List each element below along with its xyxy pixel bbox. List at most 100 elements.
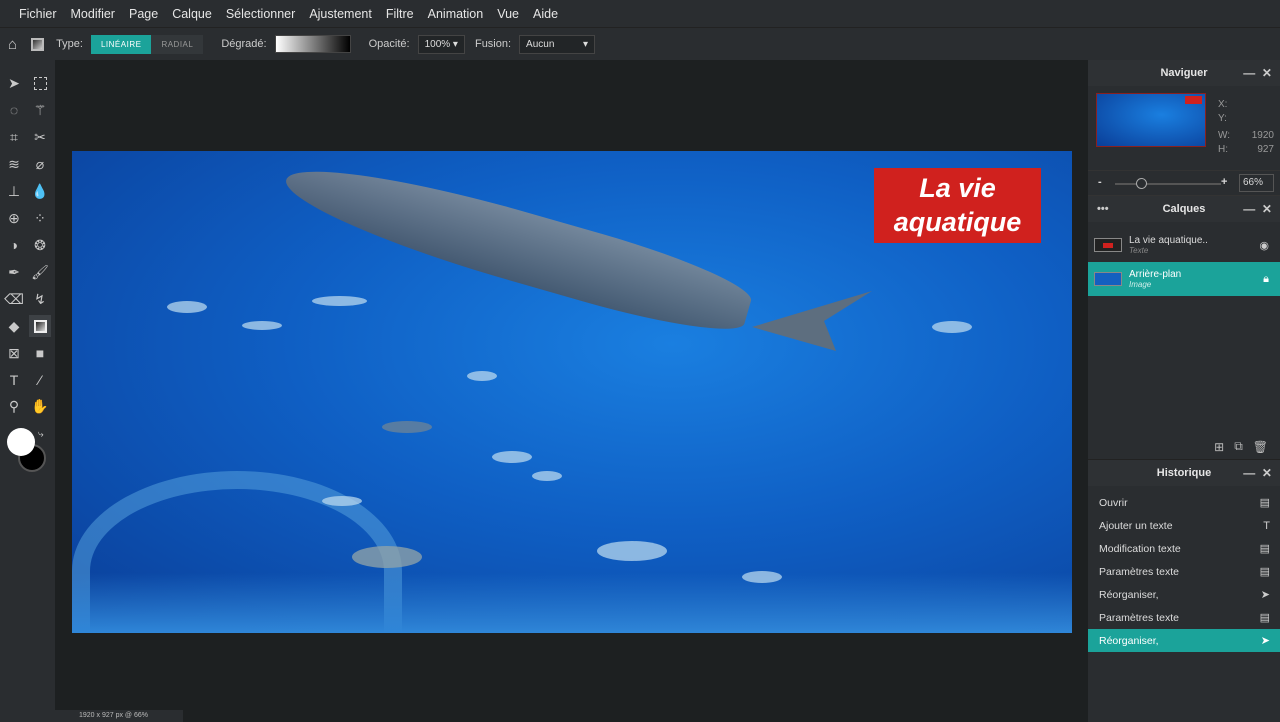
layer-item-text[interactable]: La vie aquatique.. Texte ◉ bbox=[1088, 228, 1280, 262]
gradient-icon[interactable] bbox=[29, 315, 51, 337]
history-item[interactable]: Paramètres texte ▤ bbox=[1088, 606, 1280, 629]
menu-ajustement[interactable]: Ajustement bbox=[309, 7, 372, 21]
eraser-icon[interactable]: ⌫ bbox=[3, 288, 25, 310]
stamp-icon[interactable]: ⊥ bbox=[3, 180, 25, 202]
title-line-1: La vie bbox=[919, 173, 996, 203]
zoom-slider[interactable] bbox=[1115, 178, 1221, 189]
duplicate-layer-icon[interactable]: ⧉ bbox=[1234, 439, 1243, 454]
sponge-icon[interactable]: ❂ bbox=[29, 234, 51, 256]
history-label: Réorganiser, bbox=[1099, 634, 1159, 647]
sphere-icon[interactable]: ⊕ bbox=[3, 207, 25, 229]
swap-colors-icon[interactable]: ⤷ bbox=[38, 429, 44, 440]
navigator-title: Naviguer bbox=[1160, 67, 1208, 79]
menu-bar: Fichier Modifier Page Calque Sélectionne… bbox=[0, 0, 1280, 27]
select-arrow-icon[interactable]: ➤ bbox=[3, 72, 25, 94]
layer-item-background[interactable]: Arrière-plan Image 🔒︎ bbox=[1088, 262, 1280, 296]
text-icon[interactable]: T bbox=[3, 369, 25, 391]
zoom-out-button[interactable]: - bbox=[1098, 176, 1102, 188]
zoom-in-button[interactable]: + bbox=[1221, 176, 1227, 188]
type-label: Type: bbox=[56, 38, 83, 50]
navigator-thumbnail[interactable] bbox=[1096, 93, 1206, 147]
paint-bucket-icon[interactable]: ◆ bbox=[3, 315, 25, 337]
scissors-icon[interactable]: ✂ bbox=[29, 126, 51, 148]
zoom-row: - + 66% bbox=[1088, 170, 1280, 196]
eye-icon[interactable]: ◉ bbox=[1259, 239, 1269, 252]
navigator-minimize-close[interactable]: — ✕ bbox=[1243, 66, 1272, 80]
lasso-icon[interactable]: ◌ bbox=[3, 99, 25, 121]
lock-icon[interactable]: 🔒︎ bbox=[1263, 273, 1269, 286]
opacity-value: 100% bbox=[424, 38, 451, 50]
dodge-icon[interactable]: ◑ bbox=[3, 234, 25, 256]
linear-button[interactable]: LINÉAIRE bbox=[90, 34, 152, 54]
status-bar: 1920 x 927 px @ 66% bbox=[55, 710, 183, 722]
layer-type: Texte bbox=[1129, 246, 1149, 255]
shape-icon[interactable]: ■ bbox=[29, 342, 51, 364]
right-panel: Naviguer — ✕ X: Y: W: 1920 H: 927 - + 66% •… bbox=[1088, 60, 1280, 722]
history-item[interactable]: Modification texte ▤ bbox=[1088, 537, 1280, 560]
blend-select[interactable]: Aucun ▾ bbox=[519, 34, 596, 54]
menu-modifier[interactable]: Modifier bbox=[71, 7, 115, 21]
nav-y-label: Y: bbox=[1218, 113, 1227, 124]
history-item-active[interactable]: Réorganiser, ➤ bbox=[1088, 629, 1280, 652]
blend-label: Fusion: bbox=[474, 38, 512, 50]
canvas-image[interactable]: La vie aquatique bbox=[72, 151, 1072, 633]
menu-vue[interactable]: Vue bbox=[497, 7, 519, 21]
gradient-tool-icon bbox=[31, 37, 45, 51]
menu-selectionner[interactable]: Sélectionner bbox=[226, 7, 296, 21]
navigator-header: Naviguer — ✕ bbox=[1088, 60, 1280, 86]
zoom-icon[interactable]: ⚲ bbox=[3, 395, 25, 417]
menu-page[interactable]: Page bbox=[129, 7, 158, 21]
navigator-body: X: Y: W: 1920 H: 927 bbox=[1088, 86, 1280, 170]
history-item[interactable]: Paramètres texte ▤ bbox=[1088, 560, 1280, 583]
home-icon[interactable]: ⌂ bbox=[8, 36, 17, 53]
whale-shark-tail bbox=[752, 291, 872, 351]
layers-minimize-close[interactable]: — ✕ bbox=[1243, 202, 1272, 216]
zoom-input[interactable]: 66% bbox=[1239, 174, 1274, 192]
history-label: Modification texte bbox=[1099, 542, 1181, 555]
opacity-select[interactable]: 100% ▾ bbox=[417, 34, 465, 54]
foreground-color-swatch[interactable] bbox=[7, 428, 35, 456]
magic-wand-icon[interactable]: ⚚ bbox=[29, 99, 51, 121]
layer-type: Image bbox=[1129, 280, 1152, 289]
opacity-label: Opacité: bbox=[368, 38, 410, 50]
history-item[interactable]: Ouvrir ▤ bbox=[1088, 491, 1280, 514]
layer-name: Arrière-plan bbox=[1129, 269, 1182, 280]
history-item[interactable]: Ajouter un texte T bbox=[1088, 514, 1280, 537]
blend-value: Aucun bbox=[526, 38, 555, 50]
blur-drop-icon[interactable]: 💧 bbox=[29, 180, 51, 202]
brush-icon[interactable]: 🖌 bbox=[29, 261, 51, 283]
hand-icon[interactable]: ✋ bbox=[29, 395, 51, 417]
liquify-icon[interactable]: ≋ bbox=[3, 153, 25, 175]
color-picker-icon[interactable]: ⁄ bbox=[29, 369, 51, 391]
menu-fichier[interactable]: Fichier bbox=[19, 7, 57, 21]
history-label: Paramètres texte bbox=[1099, 565, 1179, 578]
menu-filtre[interactable]: Filtre bbox=[386, 7, 414, 21]
nav-h-value: 927 bbox=[1257, 144, 1274, 155]
bandage-icon[interactable]: ⌀ bbox=[29, 153, 51, 175]
eyedropper-icon[interactable]: ✒ bbox=[3, 261, 25, 283]
nav-x-label: X: bbox=[1218, 99, 1228, 110]
frame-icon[interactable]: ⊠ bbox=[3, 342, 25, 364]
smudge-icon[interactable]: ↯ bbox=[29, 288, 51, 310]
history-item[interactable]: Réorganiser, ➤ bbox=[1088, 583, 1280, 606]
arrow-icon: ➤ bbox=[1260, 635, 1270, 647]
delete-layer-icon[interactable]: 🗑︎ bbox=[1253, 440, 1268, 454]
gradient-picker[interactable] bbox=[274, 35, 351, 53]
pattern-icon[interactable]: ⁘ bbox=[29, 207, 51, 229]
toolbox: ➤ ◌ ⚚ ⌗ ✂ ≋ ⌀ ⊥ 💧 ⊕ ⁘ ◑ ❂ ✒ 🖌 ⌫ ↯ ◆ ⊠ ■ … bbox=[0, 60, 55, 722]
add-layer-icon[interactable]: ⊞ bbox=[1214, 440, 1224, 454]
crop-icon[interactable]: ⌗ bbox=[3, 126, 25, 148]
canvas-area[interactable]: La vie aquatique bbox=[55, 60, 1088, 722]
layers-menu-icon[interactable]: ••• bbox=[1097, 203, 1109, 215]
history-label: Paramètres texte bbox=[1099, 611, 1179, 624]
radial-button[interactable]: RADIAL bbox=[151, 34, 204, 54]
title-text-layer[interactable]: La vie aquatique bbox=[874, 168, 1041, 243]
history-minimize-close[interactable]: — ✕ bbox=[1243, 466, 1272, 480]
menu-aide[interactable]: Aide bbox=[533, 7, 558, 21]
menu-calque[interactable]: Calque bbox=[172, 7, 212, 21]
nav-w-label: W: bbox=[1218, 130, 1231, 141]
menu-animation[interactable]: Animation bbox=[428, 7, 484, 21]
zoom-slider-knob[interactable] bbox=[1136, 178, 1148, 189]
history-header: Historique — ✕ bbox=[1088, 460, 1280, 486]
marquee-icon[interactable] bbox=[29, 72, 51, 94]
